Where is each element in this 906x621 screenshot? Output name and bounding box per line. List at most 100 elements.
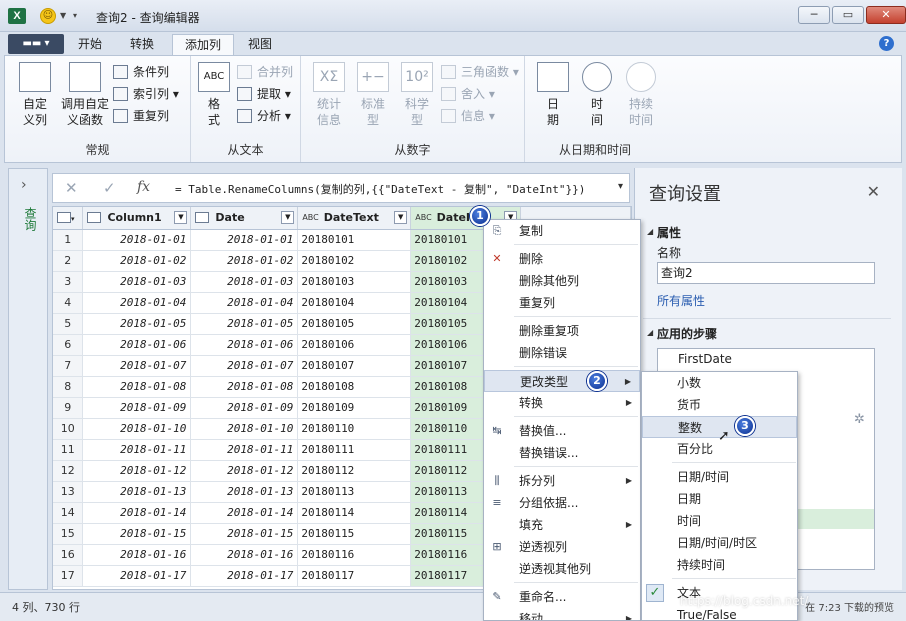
statistics-button[interactable]: XΣ 统计 信息 [307, 62, 351, 128]
column-filter-button[interactable]: ▼ [174, 211, 188, 224]
column1-cell[interactable]: 2018-01-16 [82, 544, 192, 566]
datetext-cell[interactable]: 20180111 [297, 439, 412, 461]
table-menu-button[interactable]: ▾ [53, 207, 84, 230]
row-number[interactable]: 9 [53, 397, 84, 419]
standard-button[interactable]: +− 标准 型 [351, 62, 395, 128]
duplicate-column-button[interactable]: 重复列 [113, 106, 169, 126]
tab-add-column[interactable]: 添加列 [172, 34, 235, 56]
date-cell[interactable]: 2018-01-15 [190, 523, 299, 545]
context-menu-item[interactable]: ⫼ 拆分列 ▶ [484, 470, 640, 492]
context-menu-item[interactable]: 重复列 [484, 292, 640, 314]
context-menu-item[interactable]: 删除重复项 [484, 320, 640, 342]
datetext-cell[interactable]: 20180101 [297, 229, 412, 251]
applied-step-item[interactable]: FirstDate [658, 349, 874, 369]
row-number[interactable]: 15 [53, 523, 84, 545]
column-header-date[interactable]: Date ▼ [190, 207, 299, 230]
chevron-down-icon[interactable]: ▼ [60, 11, 66, 20]
date-cell[interactable]: 2018-01-09 [190, 397, 299, 419]
column-filter-button[interactable]: ▼ [394, 211, 408, 224]
datetext-cell[interactable]: 20180114 [297, 502, 412, 524]
column1-cell[interactable]: 2018-01-14 [82, 502, 192, 524]
column1-cell[interactable]: 2018-01-17 [82, 565, 192, 587]
column1-cell[interactable]: 2018-01-09 [82, 397, 192, 419]
datetext-cell[interactable]: 20180117 [297, 565, 412, 587]
merge-columns-button[interactable]: 合并列 [237, 62, 293, 82]
date-cell[interactable]: 2018-01-04 [190, 292, 299, 314]
date-cell[interactable]: 2018-01-03 [190, 271, 299, 293]
datetext-cell[interactable]: 20180103 [297, 271, 412, 293]
rounding-button[interactable]: 舍入 ▾ [441, 84, 495, 104]
all-properties-link[interactable]: 所有属性 [657, 292, 705, 309]
row-number[interactable]: 17 [53, 565, 84, 587]
context-menu-item[interactable]: ≡ 分组依据... [484, 492, 640, 514]
expand-chevron-icon[interactable]: › [21, 177, 27, 193]
collapse-triangle-icon[interactable]: ◢ [647, 227, 653, 236]
time-button[interactable]: 时 间 [575, 62, 619, 128]
column1-cell[interactable]: 2018-01-04 [82, 292, 192, 314]
tab-transform[interactable]: 转换 [118, 34, 166, 56]
date-cell[interactable]: 2018-01-05 [190, 313, 299, 335]
format-button[interactable]: ABC 格 式 [195, 62, 233, 128]
datetext-cell[interactable]: 20180102 [297, 250, 412, 272]
type-option[interactable]: 货币 [642, 394, 797, 416]
context-menu-item[interactable]: 替换错误... [484, 442, 640, 464]
date-cell[interactable]: 2018-01-13 [190, 481, 299, 503]
formula-input[interactable]: = Table.RenameColumns(复制的列,{{"DateText -… [175, 181, 585, 197]
column1-cell[interactable]: 2018-01-08 [82, 376, 192, 398]
context-menu-item[interactable]: 转换 ▶ [484, 392, 640, 414]
information-button[interactable]: 信息 ▾ [441, 106, 495, 126]
datetext-cell[interactable]: 20180106 [297, 334, 412, 356]
context-menu-item[interactable]: 删除其他列 [484, 270, 640, 292]
datetext-cell[interactable]: 20180115 [297, 523, 412, 545]
tab-view[interactable]: 视图 [236, 34, 284, 56]
gear-icon[interactable]: ✲ [854, 412, 865, 427]
datetext-cell[interactable]: 20180116 [297, 544, 412, 566]
date-cell[interactable]: 2018-01-12 [190, 460, 299, 482]
type-option[interactable]: 持续时间 [642, 554, 797, 576]
type-option[interactable]: 日期/时间 [642, 466, 797, 488]
datetext-cell[interactable]: 20180112 [297, 460, 412, 482]
context-menu-item[interactable]: 填充 ▶ [484, 514, 640, 536]
query-name-field[interactable]: 查询2 [657, 262, 875, 284]
column1-cell[interactable]: 2018-01-06 [82, 334, 192, 356]
column-filter-button[interactable]: ▼ [281, 211, 295, 224]
minimize-button[interactable]: ─ [798, 6, 830, 24]
datetext-cell[interactable]: 20180113 [297, 481, 412, 503]
datetext-cell[interactable]: 20180104 [297, 292, 412, 314]
column1-cell[interactable]: 2018-01-03 [82, 271, 192, 293]
row-number[interactable]: 7 [53, 355, 84, 377]
context-menu-item[interactable]: ✕ 删除 [484, 248, 640, 270]
date-button[interactable]: 日 期 [531, 62, 575, 128]
type-option[interactable]: 小数 [642, 372, 797, 394]
column1-cell[interactable]: 2018-01-01 [82, 229, 192, 251]
row-number[interactable]: 1 [53, 229, 84, 251]
maximize-button[interactable]: ▭ [832, 6, 864, 24]
row-number[interactable]: 6 [53, 334, 84, 356]
extract-button[interactable]: 提取 ▾ [237, 84, 291, 104]
context-menu-item[interactable]: ✎ 重命名... [484, 586, 640, 608]
date-cell[interactable]: 2018-01-11 [190, 439, 299, 461]
column-header-column1[interactable]: Column1 ▼ [82, 207, 192, 230]
row-number[interactable]: 14 [53, 502, 84, 524]
row-number[interactable]: 10 [53, 418, 84, 440]
date-cell[interactable]: 2018-01-10 [190, 418, 299, 440]
row-number[interactable]: 11 [53, 439, 84, 461]
type-option[interactable]: 时间 [642, 510, 797, 532]
parse-button[interactable]: 分析 ▾ [237, 106, 291, 126]
datetext-cell[interactable]: 20180109 [297, 397, 412, 419]
conditional-column-button[interactable]: 条件列 [113, 62, 169, 82]
smiley-feedback-icon[interactable]: ☺ [40, 8, 56, 24]
queries-label[interactable]: 查询 [22, 207, 39, 231]
close-button[interactable]: ✕ [866, 6, 906, 24]
context-menu-item[interactable]: ⎘ 复制 [484, 220, 640, 242]
date-cell[interactable]: 2018-01-06 [190, 334, 299, 356]
accept-formula-icon[interactable]: ✓ [103, 179, 116, 197]
context-menu-item[interactable]: ⊞ 逆透视列 [484, 536, 640, 558]
customize-qat-icon[interactable]: ▾ [73, 11, 77, 20]
column1-cell[interactable]: 2018-01-05 [82, 313, 192, 335]
date-cell[interactable]: 2018-01-17 [190, 565, 299, 587]
row-number[interactable]: 8 [53, 376, 84, 398]
column1-cell[interactable]: 2018-01-07 [82, 355, 192, 377]
trigonometry-button[interactable]: 三角函数 ▾ [441, 62, 519, 82]
datetext-cell[interactable]: 20180110 [297, 418, 412, 440]
